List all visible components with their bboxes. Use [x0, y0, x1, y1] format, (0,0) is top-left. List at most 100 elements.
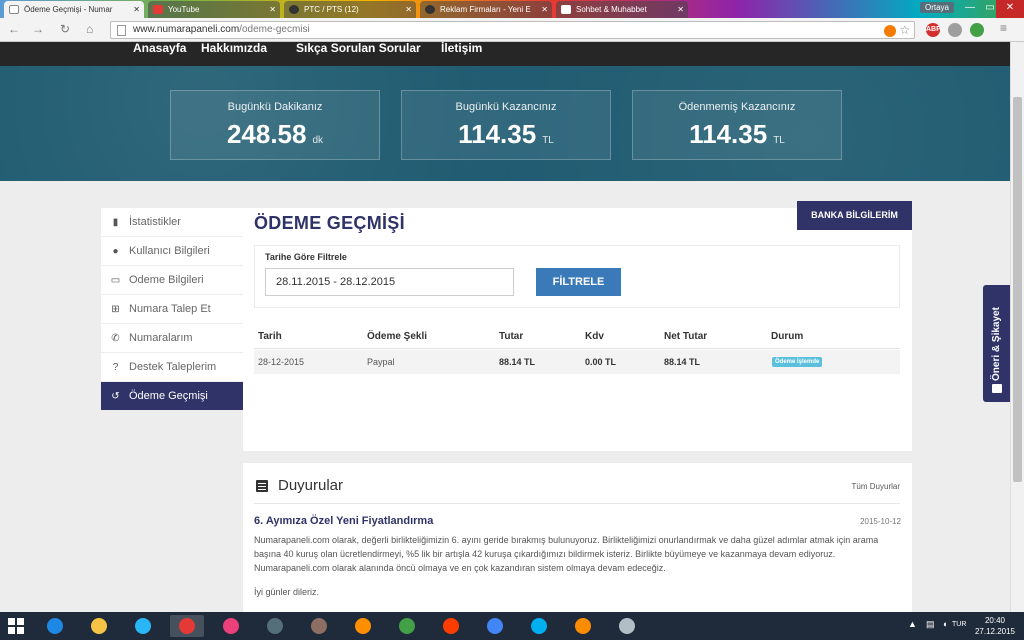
- menu-icon[interactable]: ≡: [1000, 21, 1007, 35]
- stat-value: 114.35 TL: [402, 119, 610, 150]
- profile-badge[interactable]: Ortaya: [920, 2, 955, 13]
- column-header-durum[interactable]: Durum: [771, 331, 803, 342]
- adblock-icon[interactable]: ABP: [926, 23, 941, 37]
- stat-card-earnings: Bugünkü Kazancınız 114.35 TL: [401, 90, 611, 160]
- taskbar-app-wordpress-icon[interactable]: [258, 615, 292, 637]
- windows-taskbar: ▲ ▤ ◖ TUR 20:40 27.12.2015: [0, 612, 1024, 640]
- google-icon: [487, 618, 503, 635]
- filter-button[interactable]: FİLTRELE: [536, 268, 621, 296]
- date-range-input[interactable]: [265, 268, 514, 296]
- close-icon[interactable]: ✕: [269, 1, 276, 18]
- stat-number: 114.35: [689, 119, 768, 149]
- taskbar-app-itunes-icon[interactable]: [214, 615, 248, 637]
- taskbar-app-file-explorer-icon[interactable]: [82, 615, 116, 637]
- volume-icon[interactable]: ◖: [942, 619, 947, 629]
- announcements-panel: Duyurular Tüm Duyurlar 6. Ayımıza Özel Y…: [243, 463, 912, 613]
- nav-hakkimizda[interactable]: Hakkımızda: [201, 42, 267, 54]
- stat-number: 248.58: [226, 119, 307, 149]
- taskbar-app-google-icon[interactable]: [478, 615, 512, 637]
- tab-odeme-gecmisi[interactable]: Ödeme Geçmişi - Numar ✕: [4, 1, 144, 18]
- home-icon[interactable]: ⌂: [86, 22, 93, 36]
- clock-date: 27.12.2015: [974, 627, 1016, 636]
- sidebar-item-istatistikler[interactable]: ▮ İstatistikler: [101, 208, 243, 237]
- bookmark-star-icon[interactable]: ☆: [899, 23, 910, 37]
- cell-odeme-sekli: Paypal: [367, 357, 395, 367]
- system-clock[interactable]: 20:40 27.12.2015: [968, 615, 1022, 637]
- start-button-icon[interactable]: [8, 618, 24, 634]
- feedback-tab[interactable]: Öneri & Şikayet: [983, 285, 1011, 402]
- taskbar-app-yandex-icon[interactable]: [434, 615, 468, 637]
- taskbar-app-media-player-icon[interactable]: [566, 615, 600, 637]
- tab-reklam-firmalari[interactable]: Reklam Firmaları - Yeni E ✕: [420, 1, 552, 18]
- taskbar-app-chrome-icon[interactable]: [170, 615, 204, 637]
- site-icon: [425, 5, 435, 14]
- taskbar-app-paint-icon[interactable]: [610, 615, 644, 637]
- extension-icon[interactable]: [970, 23, 984, 37]
- site-icon: [561, 5, 571, 14]
- taskbar-app-store-icon[interactable]: [390, 615, 424, 637]
- user-icon: ●: [112, 246, 119, 257]
- nav-sss[interactable]: Sıkça Sorulan Sorular: [296, 42, 421, 54]
- page-scrollbar[interactable]: [1010, 42, 1024, 612]
- tab-sohbet-muhabbet[interactable]: Sohbet & Muhabbet ✕: [556, 1, 688, 18]
- youtube-icon: [153, 5, 163, 14]
- back-icon[interactable]: ←: [8, 22, 20, 36]
- address-bar[interactable]: www.numarapaneli.com/odeme-gecmisi ☆: [110, 21, 915, 39]
- site-top-nav: Anasayfa Hakkımızda Sıkça Sorulan Sorula…: [0, 42, 1010, 66]
- column-header-tarih[interactable]: Tarih: [258, 331, 282, 342]
- window-close-icon[interactable]: ✕: [996, 0, 1024, 18]
- taskbar-app-vlc-icon[interactable]: [346, 615, 380, 637]
- stat-value: 248.58 dk: [171, 119, 379, 150]
- sidebar-item-destek-taleplerim[interactable]: ? Destek Taleplerim: [101, 353, 243, 382]
- skype-icon: [531, 618, 547, 635]
- forward-icon[interactable]: →: [32, 22, 44, 36]
- network-icon[interactable]: ▤: [926, 619, 935, 630]
- bank-info-button[interactable]: BANKA BİLGİLERİM: [797, 201, 912, 230]
- scrollbar-thumb[interactable]: [1013, 97, 1022, 482]
- nav-anasayfa[interactable]: Anasayfa: [133, 42, 186, 54]
- sidebar-item-kullanici-bilgileri[interactable]: ● Kullanıcı Bilgileri: [101, 237, 243, 266]
- column-header-kdv[interactable]: Kdv: [585, 331, 604, 342]
- extension-icon[interactable]: [948, 23, 962, 37]
- taskbar-app-webcam-app-icon[interactable]: [126, 615, 160, 637]
- sidebar-item-label: Odeme Bilgileri: [129, 274, 204, 286]
- close-icon[interactable]: ✕: [541, 1, 548, 18]
- tab-youtube[interactable]: YouTube ✕: [148, 1, 280, 18]
- reload-icon[interactable]: ↻: [60, 22, 70, 36]
- tab-label: YouTube: [168, 5, 200, 14]
- column-header-odeme-sekli[interactable]: Ödeme Şekli: [367, 331, 427, 342]
- column-header-net-tutar[interactable]: Net Tutar: [664, 331, 707, 342]
- all-announcements-link[interactable]: Tüm Duyurlar: [852, 482, 900, 491]
- sidebar-item-odeme-bilgileri[interactable]: ▭ Odeme Bilgileri: [101, 266, 243, 295]
- sidebar-item-numara-talep-et[interactable]: ⊞ Numara Talep Et: [101, 295, 243, 324]
- nav-iletisim[interactable]: İletişim: [441, 42, 482, 54]
- language-indicator[interactable]: TUR: [952, 621, 966, 628]
- news-title-link[interactable]: 6. Ayımıza Özel Yeni Fiyatlandırma: [254, 515, 433, 527]
- system-tool-icon: [311, 618, 327, 635]
- vlc-icon: [355, 618, 371, 635]
- tab-ptc-pts[interactable]: PTC / PTS (12) ✕: [284, 1, 416, 18]
- url-path: /odeme-gecmisi: [239, 24, 310, 35]
- tray-arrow-icon[interactable]: ▲: [908, 619, 917, 629]
- column-header-tutar[interactable]: Tutar: [499, 331, 523, 342]
- sidebar-item-label: Ödeme Geçmişi: [129, 390, 208, 402]
- sidebar-item-numaralarim[interactable]: ✆ Numaralarım: [101, 324, 243, 353]
- close-icon[interactable]: ✕: [405, 1, 412, 18]
- sidebar-item-label: Destek Taleplerim: [129, 361, 217, 373]
- announcements-title: Duyurular: [278, 477, 344, 494]
- sidebar-item-label: Numaralarım: [129, 332, 193, 344]
- page-info-icon[interactable]: [117, 25, 126, 36]
- feedback-label: Öneri & Şikayet: [991, 307, 1002, 381]
- help-icon: ?: [112, 362, 119, 373]
- close-icon[interactable]: ✕: [133, 1, 140, 18]
- stat-unit: dk: [312, 135, 324, 146]
- page-action-icon[interactable]: [884, 25, 896, 37]
- wordpress-icon: [267, 618, 283, 635]
- paint-icon: [619, 618, 635, 635]
- news-date: 2015-10-12: [860, 517, 901, 526]
- taskbar-app-skype-icon[interactable]: [522, 615, 556, 637]
- taskbar-app-system-tool-icon[interactable]: [302, 615, 336, 637]
- close-icon[interactable]: ✕: [677, 1, 684, 18]
- sidebar-item-odeme-gecmisi[interactable]: ↺ Ödeme Geçmişi: [101, 382, 243, 411]
- taskbar-app-internet-explorer-icon[interactable]: [38, 615, 72, 637]
